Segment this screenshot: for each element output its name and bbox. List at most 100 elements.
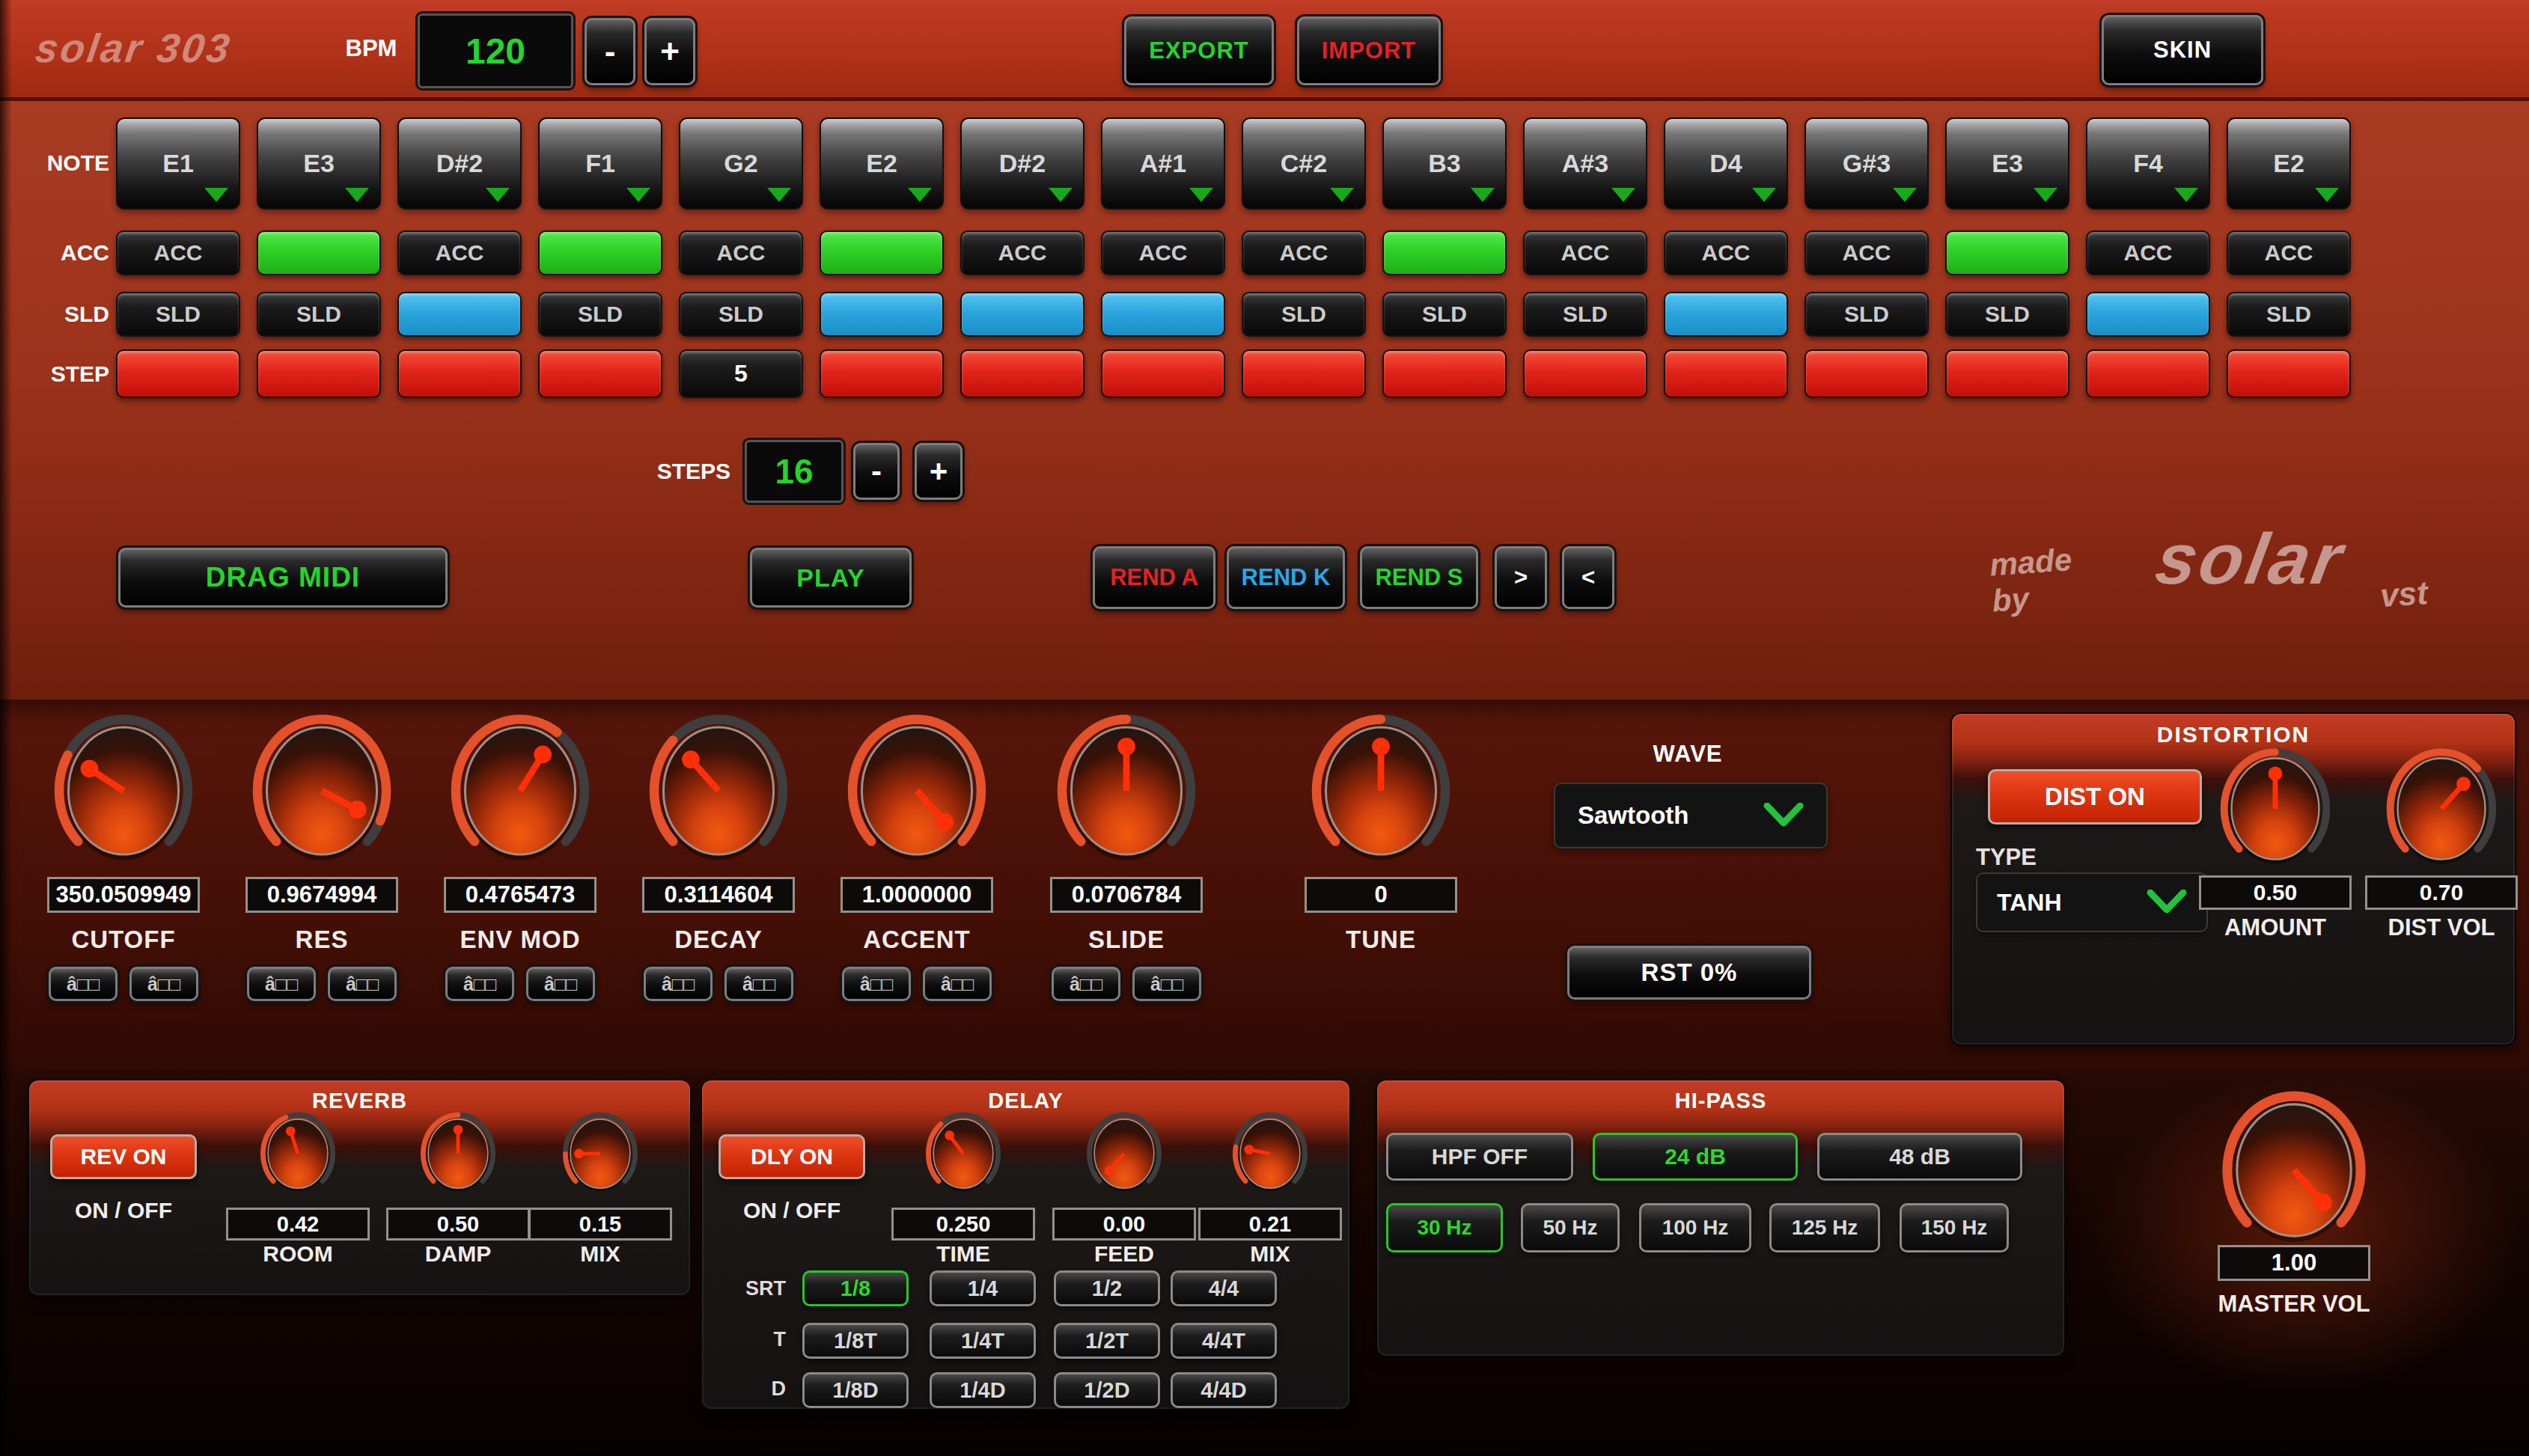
sld-cell[interactable] [397,292,522,337]
rend-a-button[interactable]: REND A [1093,546,1215,609]
delay-sync-1-4d-button[interactable]: 1/4D [930,1372,1036,1408]
delay-time-knob[interactable] [924,1110,1002,1197]
hipass-100-hz-button[interactable]: 100 Hz [1639,1203,1751,1252]
rend-k-button[interactable]: REND K [1227,546,1345,609]
acc-cell[interactable] [538,230,662,275]
acc-cell[interactable]: ACC [1805,230,1929,275]
decay-value[interactable]: 0.3114604 [642,877,795,913]
decay-knob[interactable] [647,711,790,871]
steps-decrease-button[interactable]: - [853,443,900,500]
delay-mix-value[interactable]: 0.21 [1198,1208,1342,1241]
res-spin-right-button[interactable]: â□□ [328,967,397,1001]
delay-sync-4-4-button[interactable]: 4/4 [1171,1270,1277,1306]
step-cell[interactable] [1805,349,1929,398]
hipass-150-hz-button[interactable]: 150 Hz [1900,1203,2009,1252]
delay-time-value[interactable]: 0.250 [891,1208,1035,1241]
wave-select[interactable]: Sawtooth [1554,783,1828,848]
delay-sync-1-8d-button[interactable]: 1/8D [802,1372,909,1408]
dist-on-button[interactable]: DIST ON [1988,769,2202,825]
res-value[interactable]: 0.9674994 [245,877,398,913]
note-button[interactable]: A#1 [1101,117,1225,209]
acc-cell[interactable] [820,230,944,275]
acc-cell[interactable] [1945,230,2069,275]
note-button[interactable]: E1 [116,117,240,209]
hipass-24-db-button[interactable]: 24 dB [1593,1133,1798,1181]
hipass-50-hz-button[interactable]: 50 Hz [1521,1203,1620,1252]
hipass-125-hz-button[interactable]: 125 Hz [1769,1203,1880,1252]
note-button[interactable]: G2 [679,117,803,209]
drag-midi-button[interactable]: DRAG MIDI [118,548,448,608]
next-pattern-button[interactable]: > [1495,546,1547,609]
reverb-damp-value[interactable]: 0.50 [386,1208,530,1241]
accent-spin-right-button[interactable]: â□□ [923,967,992,1001]
acc-cell[interactable] [1382,230,1507,275]
hipass-48-db-button[interactable]: 48 dB [1817,1133,2022,1181]
note-button[interactable]: E2 [820,117,944,209]
step-cell[interactable] [257,349,381,398]
step-cell[interactable] [820,349,944,398]
decay-spin-right-button[interactable]: â□□ [724,967,793,1001]
step-cell[interactable] [1101,349,1225,398]
step-cell[interactable] [1242,349,1366,398]
env-mod-knob[interactable] [448,711,592,871]
note-button[interactable]: A#3 [1523,117,1647,209]
sld-cell[interactable]: SLD [538,292,662,337]
env-mod-spin-left-button[interactable]: â□□ [445,967,514,1001]
prev-pattern-button[interactable]: < [1562,546,1614,609]
cutoff-value[interactable]: 350.0509949 [47,877,200,913]
delay-sync-1-8t-button[interactable]: 1/8T [802,1323,909,1359]
delay-sync-1-2-button[interactable]: 1/2 [1054,1270,1160,1306]
accent-spin-left-button[interactable]: â□□ [842,967,911,1001]
delay-sync-4-4t-button[interactable]: 4/4T [1171,1323,1277,1359]
step-cell[interactable] [538,349,662,398]
reverb-room-knob[interactable] [259,1110,337,1197]
delay-mix-knob[interactable] [1231,1110,1309,1197]
acc-cell[interactable]: ACC [397,230,522,275]
sld-cell[interactable] [1664,292,1788,337]
slide-spin-left-button[interactable]: â□□ [1052,967,1120,1001]
hipass-hpf-off-button[interactable]: HPF OFF [1386,1133,1573,1181]
play-button[interactable]: PLAY [750,548,912,608]
delay-sync-1-8-button[interactable]: 1/8 [802,1270,909,1306]
step-cell[interactable] [116,349,240,398]
sld-cell[interactable] [960,292,1084,337]
slide-value[interactable]: 0.0706784 [1050,877,1203,913]
acc-cell[interactable]: ACC [1101,230,1225,275]
note-button[interactable]: G#3 [1805,117,1929,209]
delay-sync-4-4d-button[interactable]: 4/4D [1171,1372,1277,1408]
delay-sync-1-2t-button[interactable]: 1/2T [1054,1323,1160,1359]
reverb-mix-knob[interactable] [561,1110,639,1197]
acc-cell[interactable]: ACC [1242,230,1366,275]
delay-sync-1-4-button[interactable]: 1/4 [930,1270,1036,1306]
step-cell[interactable] [1523,349,1647,398]
step-cell[interactable] [1664,349,1788,398]
reset-button[interactable]: RST 0% [1567,946,1811,1000]
reverb-damp-knob[interactable] [419,1110,497,1197]
res-spin-left-button[interactable]: â□□ [247,967,316,1001]
type-select[interactable]: TANH [1976,872,2208,932]
acc-cell[interactable]: ACC [2227,230,2351,275]
decay-spin-left-button[interactable]: â□□ [644,967,713,1001]
note-button[interactable]: D#2 [960,117,1084,209]
master-vol-knob[interactable] [2220,1086,2368,1254]
step-cell[interactable]: 5 [679,349,803,398]
sld-cell[interactable]: SLD [257,292,381,337]
steps-increase-button[interactable]: + [915,443,963,500]
dly-on-button[interactable]: DLY ON [719,1134,865,1179]
acc-cell[interactable]: ACC [116,230,240,275]
acc-cell[interactable]: ACC [960,230,1084,275]
note-button[interactable]: C#2 [1242,117,1366,209]
sld-cell[interactable]: SLD [1805,292,1929,337]
note-button[interactable]: E3 [1945,117,2069,209]
acc-cell[interactable]: ACC [1664,230,1788,275]
master-vol-value[interactable]: 1.00 [2218,1245,2370,1281]
sld-cell[interactable] [1101,292,1225,337]
note-button[interactable]: F1 [538,117,662,209]
accent-knob[interactable] [845,711,989,871]
slide-spin-right-button[interactable]: â□□ [1132,967,1201,1001]
rev-on-button[interactable]: REV ON [50,1134,197,1179]
amount-value[interactable]: 0.50 [2199,875,2352,910]
cutoff-spin-right-button[interactable]: â□□ [129,967,198,1001]
bpm-increase-button[interactable]: + [644,18,695,85]
tune-knob[interactable] [1309,711,1453,871]
